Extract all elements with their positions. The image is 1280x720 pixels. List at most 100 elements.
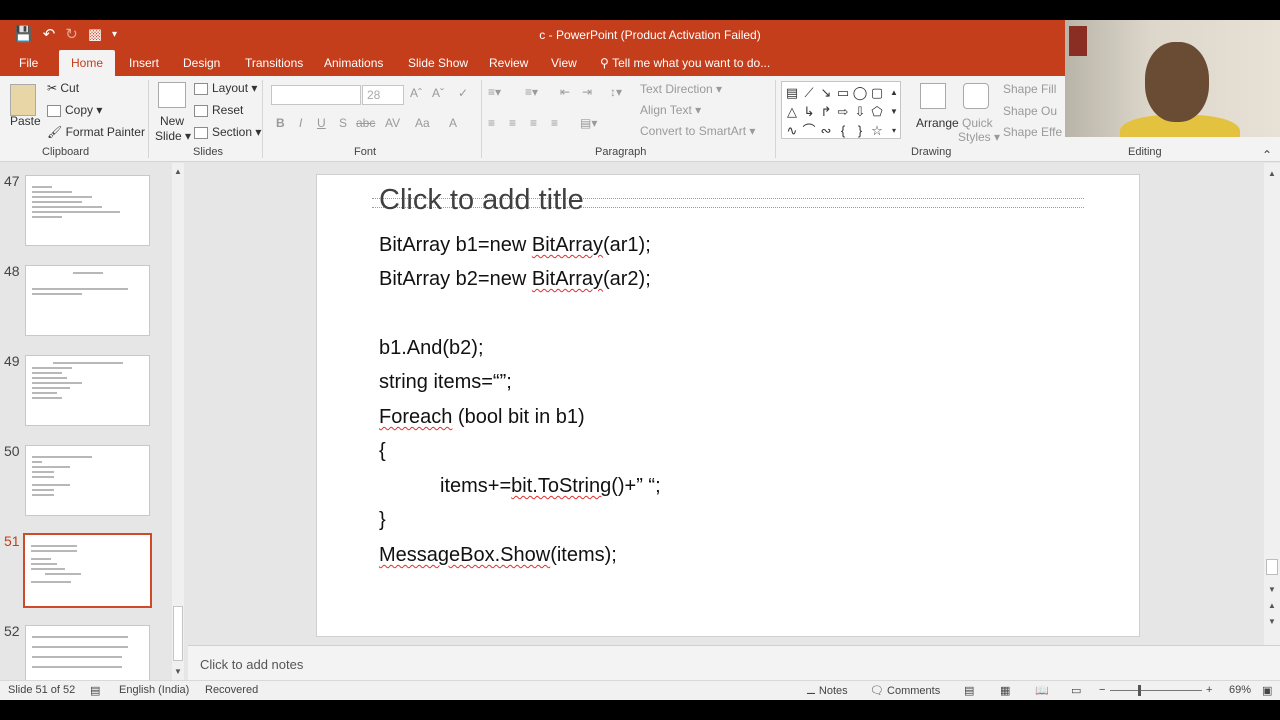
code-line[interactable]: }: [379, 509, 386, 532]
italic-button[interactable]: I: [299, 116, 302, 130]
previous-slide-icon[interactable]: ▲: [1268, 601, 1276, 610]
bullets-icon[interactable]: ≡▾: [488, 85, 501, 99]
gallery-more-icon[interactable]: ▾: [886, 121, 902, 140]
fit-slide-icon[interactable]: ▣: [1262, 684, 1272, 697]
slideshow-view-icon[interactable]: ▭: [1071, 684, 1081, 697]
slide-scrollbar[interactable]: ▲ ▼ ▲ ▼: [1264, 163, 1280, 645]
zoom-out-icon[interactable]: −: [1099, 684, 1105, 696]
paste-button[interactable]: Paste: [10, 114, 41, 128]
shape-outline-button[interactable]: Shape Ou: [1003, 104, 1057, 118]
tab-design[interactable]: Design: [183, 50, 220, 76]
shrink-font-icon[interactable]: Aˇ: [432, 86, 444, 100]
tab-view[interactable]: View: [551, 50, 577, 76]
reset-button[interactable]: Reset: [194, 103, 243, 117]
new-slide-button[interactable]: New: [160, 114, 184, 128]
line-spacing-icon[interactable]: ↕▾: [610, 85, 622, 99]
scrollbar-thumb[interactable]: [173, 606, 183, 661]
language-indicator[interactable]: English (India): [119, 684, 189, 696]
arrange-button[interactable]: Arrange: [916, 116, 959, 130]
slide-thumbnail-48[interactable]: [25, 265, 150, 336]
zoom-level[interactable]: 69%: [1229, 684, 1251, 696]
notes-toggle-button[interactable]: ⚊ Notes: [806, 684, 848, 697]
next-slide-icon[interactable]: ▼: [1268, 617, 1276, 626]
curve-shape-icon[interactable]: ∿: [784, 121, 800, 140]
tab-home[interactable]: Home: [59, 50, 116, 76]
tab-slide-show[interactable]: Slide Show: [408, 50, 468, 76]
slide-sorter-icon[interactable]: ▦: [1000, 684, 1010, 697]
code-line-indented[interactable]: items+=bit.ToString()+” “;: [440, 475, 661, 498]
notes-pane[interactable]: Click to add notes: [188, 645, 1280, 680]
decrease-indent-icon[interactable]: ⇤: [560, 85, 570, 99]
align-left-icon[interactable]: ≡: [488, 116, 495, 130]
code-line[interactable]: {: [379, 440, 386, 463]
convert-smartart-button[interactable]: Convert to SmartArt ▾: [640, 124, 755, 138]
paste-icon[interactable]: [10, 84, 36, 116]
quick-styles-button[interactable]: Quick: [962, 116, 993, 130]
numbering-icon[interactable]: ≡▾: [525, 85, 538, 99]
tab-insert[interactable]: Insert: [129, 50, 159, 76]
section-button[interactable]: Section ▾: [194, 125, 261, 139]
line-shape-icon[interactable]: ⟋: [801, 83, 817, 102]
increase-indent-icon[interactable]: ⇥: [582, 85, 592, 99]
spell-check-icon[interactable]: ▤: [90, 684, 100, 697]
code-line[interactable]: b1.And(b2);: [379, 337, 484, 360]
gallery-scroll-down-icon[interactable]: ▼: [886, 102, 902, 121]
tab-animations[interactable]: Animations: [324, 50, 383, 76]
shape-effects-button[interactable]: Shape Effe: [1003, 125, 1062, 139]
code-line[interactable]: Foreach (bool bit in b1): [379, 406, 585, 429]
columns-icon[interactable]: ▤▾: [580, 116, 597, 130]
pentagon-shape-icon[interactable]: ⬠: [869, 102, 885, 121]
code-line[interactable]: string items=“”;: [379, 371, 512, 394]
shapes-gallery[interactable]: ▤ ⟋ ↘ ▭ ◯ ▢ ▲ △ ↳ ↱ ⇨ ⇩ ⬠ ▼ ∿ ⌒ ∾ { } ☆ …: [781, 81, 901, 139]
elbow-connector-icon[interactable]: ↳: [801, 102, 817, 121]
text-direction-button[interactable]: Text Direction ▾: [640, 82, 722, 96]
quick-styles-icon[interactable]: [963, 83, 989, 109]
new-slide-button-2[interactable]: Slide ▾: [155, 129, 191, 143]
font-family-combo[interactable]: [271, 85, 361, 105]
align-text-button[interactable]: Align Text ▾: [640, 103, 701, 117]
freeform-shape-icon[interactable]: ∾: [818, 121, 834, 140]
reading-view-icon[interactable]: 📖: [1035, 684, 1049, 697]
left-brace-shape-icon[interactable]: {: [835, 121, 851, 140]
shape-fill-button[interactable]: Shape Fill: [1003, 82, 1056, 96]
normal-view-icon[interactable]: ▤: [964, 684, 974, 697]
triangle-shape-icon[interactable]: △: [784, 102, 800, 121]
scroll-down-icon[interactable]: ▼: [1268, 585, 1276, 594]
copy-button[interactable]: Copy ▾: [47, 103, 102, 117]
right-arrow-shape-icon[interactable]: ⇨: [835, 102, 851, 121]
scroll-up-icon[interactable]: ▲: [1268, 169, 1276, 178]
format-painter-button[interactable]: 🖌 Format Painter: [47, 125, 145, 139]
tab-review[interactable]: Review: [489, 50, 528, 76]
scrollbar-thumb[interactable]: [1266, 559, 1278, 575]
cut-button[interactable]: ✂ Cut: [47, 81, 79, 95]
slide-title-placeholder[interactable]: Click to add title: [379, 184, 584, 217]
comments-toggle-button[interactable]: 🗨 Comments: [870, 684, 940, 697]
quick-styles-button-2[interactable]: Styles ▾: [958, 130, 1000, 144]
change-case-button[interactable]: Aa: [415, 116, 430, 130]
underline-button[interactable]: U: [317, 116, 326, 130]
zoom-slider-knob[interactable]: [1138, 685, 1141, 696]
scroll-up-icon[interactable]: ▲: [174, 167, 182, 176]
code-line[interactable]: MessageBox.Show(items);: [379, 544, 617, 567]
code-line[interactable]: BitArray b2=new BitArray(ar2);: [379, 268, 651, 291]
oval-shape-icon[interactable]: ◯: [852, 83, 868, 102]
tab-transitions[interactable]: Transitions: [245, 50, 303, 76]
elbow-arrow-icon[interactable]: ↱: [818, 102, 834, 121]
bold-button[interactable]: B: [276, 116, 285, 130]
shadow-button[interactable]: S: [339, 116, 347, 130]
code-line[interactable]: BitArray b1=new BitArray(ar1);: [379, 234, 651, 257]
zoom-in-icon[interactable]: +: [1206, 684, 1212, 696]
scroll-down-icon[interactable]: ▼: [174, 667, 182, 676]
grow-font-icon[interactable]: Aˆ: [410, 86, 422, 100]
new-slide-icon[interactable]: [158, 82, 186, 108]
slide-thumbnail-49[interactable]: [25, 355, 150, 426]
arrow-line-shape-icon[interactable]: ↘: [818, 83, 834, 102]
notes-placeholder[interactable]: Click to add notes: [200, 657, 303, 672]
right-brace-shape-icon[interactable]: }: [852, 121, 868, 140]
layout-button[interactable]: Layout ▾: [194, 81, 257, 95]
star-shape-icon[interactable]: ☆: [869, 121, 885, 140]
gallery-scroll-up-icon[interactable]: ▲: [886, 83, 902, 102]
thumbnail-scrollbar[interactable]: ▲ ▼: [172, 163, 184, 680]
down-arrow-shape-icon[interactable]: ⇩: [852, 102, 868, 121]
collapse-ribbon-icon[interactable]: ⌃: [1262, 148, 1272, 162]
